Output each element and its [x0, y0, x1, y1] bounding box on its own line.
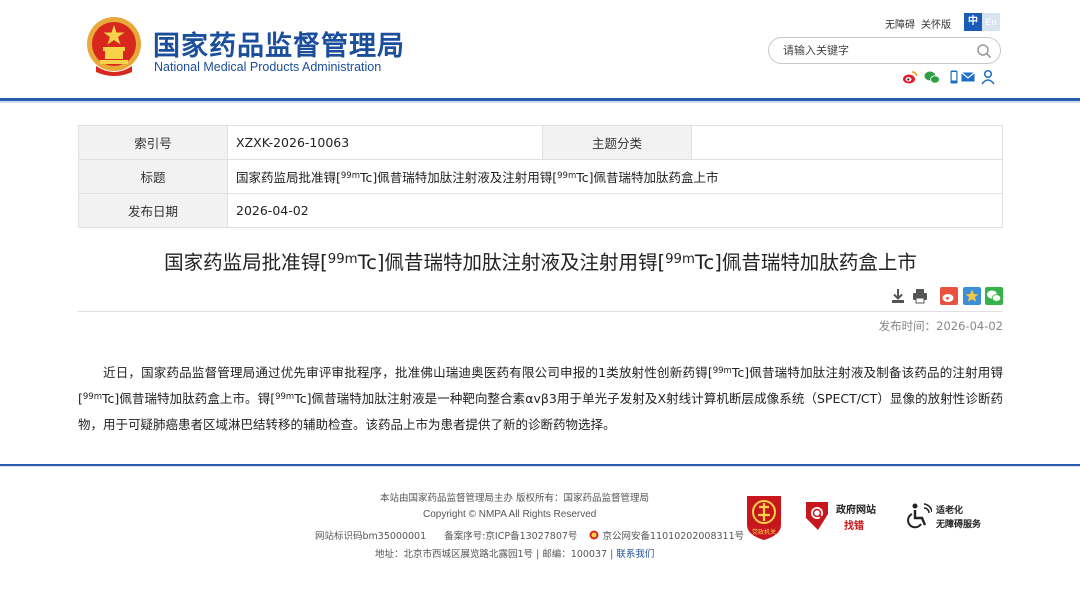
elderly-mode-link[interactable]: 关怀版 [921, 16, 951, 31]
national-emblem-logo [87, 17, 141, 76]
weibo-icon[interactable] [902, 69, 918, 85]
wheelchair-icon [907, 503, 932, 529]
lang-chinese-button[interactable]: 中 [964, 13, 982, 31]
svg-text:党政机关: 党政机关 [752, 528, 776, 536]
wechat-icon[interactable] [924, 69, 940, 85]
publish-time: 发布时间：2026-04-02 [878, 319, 1003, 333]
icp-record-link[interactable]: 备案序号:京ICP备13027807号 [444, 531, 577, 542]
lang-english-button[interactable]: En [982, 13, 1000, 31]
badge-access-line1: 适老化 [936, 506, 964, 516]
footer-registration: 网站标识码bm35000001 备案序号:京ICP备13027807号 京公网安… [315, 528, 744, 542]
index-number-value: XZXK-2026-10063 [227, 125, 543, 160]
search-input[interactable] [783, 42, 973, 59]
police-record-link[interactable]: 京公网安备11010202008311号 [603, 531, 745, 542]
user-icon[interactable] [980, 69, 996, 85]
site-title-en[interactable]: National Medical Products Administration [154, 60, 381, 74]
index-number-label: 索引号 [78, 125, 228, 160]
badge-find-line2: 找错 [844, 521, 864, 532]
title-label: 标题 [78, 159, 228, 194]
footer-host-line: 本站由国家药品监督管理局主办 版权所有：国家药品监督管理局 [380, 493, 650, 504]
publish-date-label: 发布日期 [78, 193, 228, 228]
find-error-icon [806, 502, 828, 530]
contact-us-link[interactable]: 联系我们 [616, 549, 654, 560]
article-title: 国家药监局批准锝[99mTc]佩昔瑞特加肽注射液及注射用锝[99mTc]佩昔瑞特… [164, 251, 917, 274]
topic-category-label: 主题分类 [542, 125, 692, 160]
table-row: 标题 国家药监局批准锝[99mTc]佩昔瑞特加肽注射液及注射用锝[99mTc]佩… [78, 159, 1003, 194]
party-gov-org-badge[interactable]: 党政机关 [743, 493, 785, 541]
footer-divider-shadow [0, 466, 1080, 467]
gov-site-error-report-badge[interactable]: 政府网站 找错 [804, 498, 884, 534]
table-row: 发布日期 2026-04-02 [78, 193, 1003, 228]
qzone-share-icon[interactable] [963, 287, 981, 305]
article-divider [78, 311, 1003, 312]
search-icon[interactable] [976, 43, 992, 59]
police-badge-icon [589, 530, 599, 540]
mail-icon[interactable] [960, 69, 976, 85]
footer-address: 地址：北京市西城区展览路北露园1号 | 邮编：100037 | 联系我们 [375, 549, 655, 560]
document-info-table: 索引号 XZXK-2026-10063 主题分类 标题 国家药监局批准锝[99m… [78, 125, 1003, 228]
download-icon[interactable] [889, 287, 907, 305]
article-body: 近日，国家药品监督管理局通过优先审评审批程序，批准佛山瑞迪奥医药有限公司申报的1… [78, 365, 1003, 432]
elderly-accessibility-badge[interactable]: 适老化 无障碍服务 [906, 500, 990, 532]
footer-copyright: Copyright © NMPA All Rights Reserved [423, 509, 597, 520]
site-id: 网站标识码bm35000001 [315, 531, 427, 542]
accessibility-link[interactable]: 无障碍 [885, 16, 915, 31]
header-divider-shadow [0, 101, 1080, 103]
table-row: 索引号 XZXK-2026-10063 主题分类 [78, 125, 1003, 160]
badge-access-line2: 无障碍服务 [936, 520, 982, 530]
publish-date-value: 2026-04-02 [227, 193, 1003, 228]
print-icon[interactable] [911, 287, 929, 305]
title-value: 国家药监局批准锝[99mTc]佩昔瑞特加肽注射液及注射用锝[99mTc]佩昔瑞特… [227, 159, 1003, 194]
site-title-cn[interactable]: 国家药品监督管理局 [153, 24, 405, 63]
topic-category-value [691, 125, 1003, 160]
badge-find-line1: 政府网站 [836, 505, 876, 516]
search-box [768, 37, 1001, 64]
wechat-share-icon[interactable] [985, 287, 1003, 305]
weibo-share-icon[interactable] [940, 287, 958, 305]
